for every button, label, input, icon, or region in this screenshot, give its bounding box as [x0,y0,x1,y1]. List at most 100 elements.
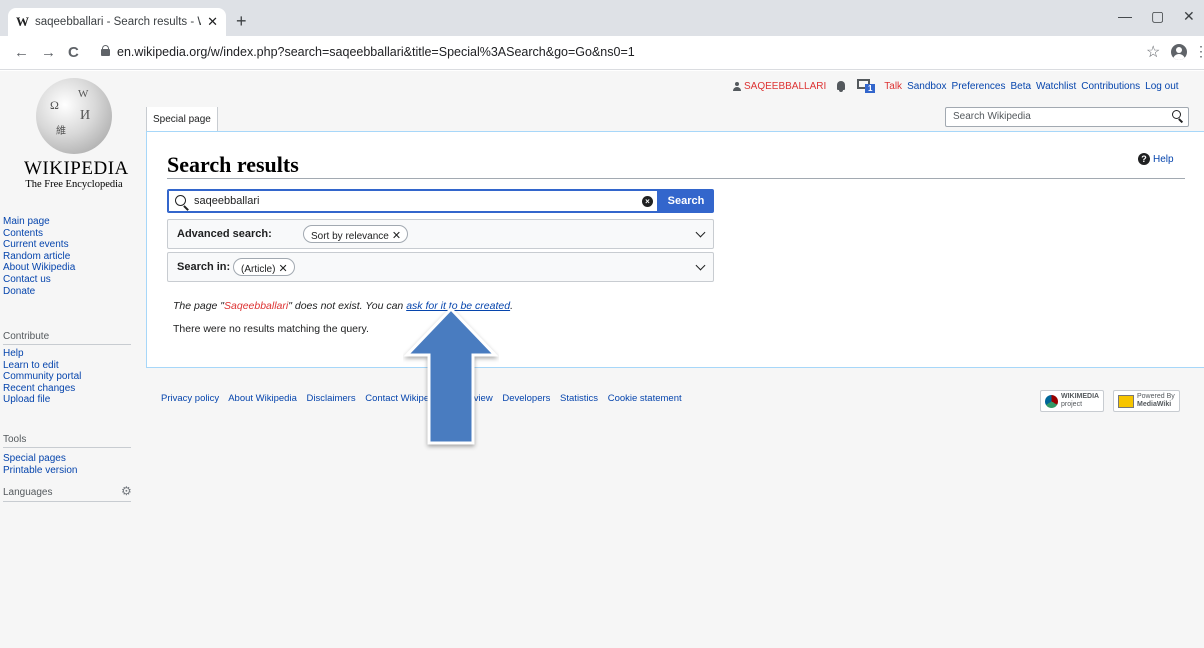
window-minimize-icon[interactable]: — [1118,8,1132,24]
sidebar-navigation: Main page Contents Current events Random… [3,216,75,297]
search-input-value: saqeebballari [194,195,260,207]
talk-link[interactable]: Talk [884,81,902,92]
sort-chip[interactable]: Sort by relevance ✕ [303,225,409,243]
logout-link[interactable]: Log out [1145,81,1178,92]
sidebar-item-help[interactable]: Help [3,348,81,360]
personal-tools: SAQEEBBALLARI 1 Talk Sandbox Preferences… [733,79,1179,93]
chevron-down-icon[interactable] [695,227,706,238]
sidebar-item-about-wikipedia[interactable]: About Wikipedia [3,262,75,274]
footer-developers[interactable]: Developers [502,393,550,404]
advanced-search-label: Advanced search: [177,228,272,240]
account-icon[interactable] [1171,44,1187,60]
sidebar-heading-tools: Tools [3,434,27,445]
advanced-search-expander[interactable]: Advanced search: Sort by relevance ✕ [167,219,714,249]
sandbox-link[interactable]: Sandbox [907,81,946,92]
notice-count-badge: 1 [865,84,876,93]
search-button[interactable]: Search [658,189,714,213]
title-divider [167,178,1185,179]
url-field[interactable]: en.wikipedia.org/w/index.php?search=saqe… [117,45,635,59]
sidebar-divider [3,447,131,448]
search-icon [175,195,189,211]
sidebar-item-recent-changes[interactable]: Recent changes [3,383,81,395]
namespace-chip[interactable]: (Article) ✕ [233,258,295,276]
search-in-expander[interactable]: Search in: (Article) ✕ [167,252,714,282]
no-results-message: There were no results matching the query… [173,323,369,335]
search-icon[interactable] [1172,110,1184,123]
tab-close-icon[interactable]: ✕ [207,14,218,30]
help-label: Help [1153,153,1174,165]
footer-cookie-statement[interactable]: Cookie statement [608,393,682,404]
footer-statistics[interactable]: Statistics [560,393,598,404]
sidebar-item-main-page[interactable]: Main page [3,216,75,228]
wikimedia-badge-sub: project [1061,401,1083,408]
wikipedia-page: Ω W И 維 WIKIPEDIA The Free Encyclopedia … [0,71,1204,648]
sidebar-heading-languages: Languages [3,487,53,498]
browser-tab[interactable]: W saqeebballari - Search results - Wi ✕ [8,8,226,36]
namespace-chip-label: (Article) [241,264,276,275]
watchlist-link[interactable]: Watchlist [1036,81,1076,92]
sort-chip-label: Sort by relevance [311,231,389,242]
reload-icon[interactable]: C [68,44,79,61]
sidebar-item-special-pages[interactable]: Special pages [3,453,77,465]
sidebar-item-current-events[interactable]: Current events [3,239,75,251]
lock-icon[interactable] [101,45,110,56]
preferences-link[interactable]: Preferences [952,81,1006,92]
sidebar-item-printable-version[interactable]: Printable version [3,465,77,477]
wikimedia-project-badge[interactable]: WIKIMEDIA project [1040,390,1105,412]
main-content: Search results ? Help saqeebballari × Se… [146,131,1204,368]
username-link[interactable]: SAQEEBBALLARI [744,81,826,92]
wikipedia-favicon-icon: W [16,14,29,29]
browser-menu-icon[interactable]: ⋮ [1194,43,1204,60]
contributions-link[interactable]: Contributions [1081,81,1140,92]
help-icon: ? [1138,153,1150,165]
chip-remove-icon[interactable]: ✕ [392,230,401,242]
wikimedia-logo-icon [1045,394,1058,408]
sidebar-item-donate[interactable]: Donate [3,286,75,298]
sidebar-item-contact-us[interactable]: Contact us [3,274,75,286]
window-close-icon[interactable]: ✕ [1183,8,1195,25]
help-link[interactable]: ? Help [1138,153,1174,165]
arrow-up-icon [403,306,499,445]
sidebar-item-contents[interactable]: Contents [3,228,75,240]
sidebar-divider [3,501,131,502]
address-bar: ← → C en.wikipedia.org/w/index.php?searc… [0,36,1204,70]
sidebar-item-community-portal[interactable]: Community portal [3,371,81,383]
mediawiki-logo-icon [1118,394,1134,408]
sidebar-heading-contribute: Contribute [3,331,50,342]
mediawiki-badge-label: MediaWiki [1137,401,1172,408]
user-icon [733,81,741,91]
new-tab-icon[interactable]: + [236,11,247,32]
footer-privacy-policy[interactable]: Privacy policy [161,393,219,404]
footer-disclaimers[interactable]: Disclaimers [307,393,356,404]
puzzle-globe-icon: Ω W И 維 [36,78,112,154]
window-restore-icon[interactable]: ▢ [1151,8,1164,25]
chevron-down-icon[interactable] [695,260,706,271]
wikipedia-logo[interactable]: Ω W И 維 WIKIPEDIA The Free Encyclopedia [24,78,128,190]
clear-search-icon[interactable]: × [642,196,653,207]
notices-icon[interactable]: 1 [857,79,876,93]
chip-remove-icon[interactable]: ✕ [278,263,287,275]
browser-tab-strip: W saqeebballari - Search results - Wi ✕ … [0,0,1204,36]
mediawiki-badge-top: Powered By [1137,393,1175,400]
header-search-input[interactable]: Search Wikipedia [945,107,1189,127]
back-arrow-icon[interactable]: ← [14,44,29,61]
footer-about-wikipedia[interactable]: About Wikipedia [228,393,297,404]
sidebar-item-random-article[interactable]: Random article [3,251,75,263]
sidebar-item-learn-to-edit[interactable]: Learn to edit [3,360,81,372]
sidebar-contribute: Help Learn to edit Community portal Rece… [3,348,81,406]
bookmark-star-icon[interactable]: ☆ [1146,42,1160,62]
bell-icon[interactable] [836,80,846,92]
wikipedia-tagline: The Free Encyclopedia [25,179,123,190]
powered-by-mediawiki-badge[interactable]: Powered By MediaWiki [1113,390,1180,412]
search-in-label: Search in: [177,261,231,273]
red-page-link[interactable]: Saqeebballari [224,300,288,312]
forward-arrow-icon[interactable]: → [41,44,56,61]
sidebar-item-upload-file[interactable]: Upload file [3,394,81,406]
gear-icon[interactable]: ⚙ [121,484,132,498]
beta-link[interactable]: Beta [1010,81,1031,92]
page-title: Search results [167,152,299,177]
search-placeholder: Search Wikipedia [953,111,1031,122]
search-input[interactable]: saqeebballari × [167,189,658,213]
tab-title: saqeebballari - Search results - Wi [35,16,202,28]
tab-special-page[interactable]: Special page [146,107,218,131]
